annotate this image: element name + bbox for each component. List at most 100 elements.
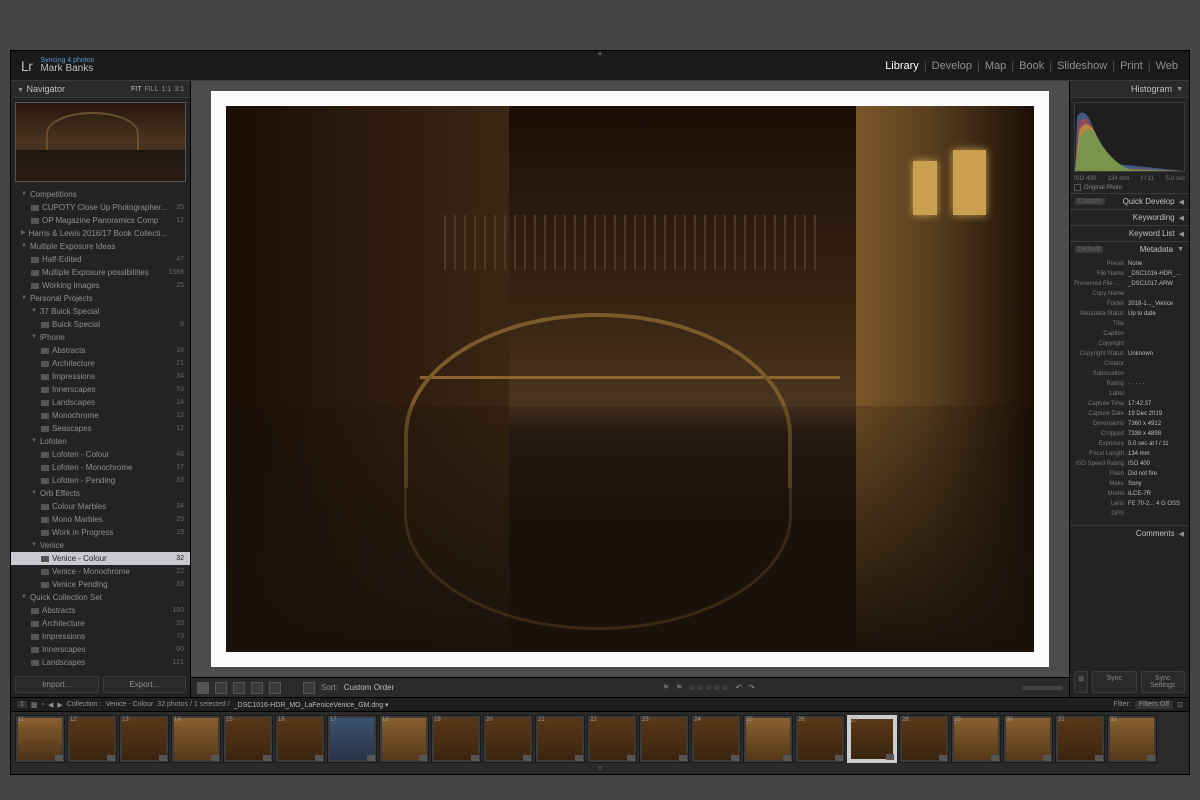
loupe-canvas[interactable] [191,81,1069,677]
disclosure-icon[interactable]: ▶ [21,228,26,239]
disclosure-icon[interactable]: ▼ [31,306,37,317]
metadata-preset-value[interactable]: None [1128,259,1185,269]
tree-row[interactable]: Seascapes12 [11,422,190,435]
tree-row[interactable]: ▼Competitions [11,188,190,201]
comments-header[interactable]: Comments ◀ [1070,526,1189,541]
tree-row[interactable]: Buick Special6 [11,318,190,331]
keywording-header[interactable]: Keywording ◀ [1070,210,1189,225]
rotate-cw-icon[interactable]: ↷ [748,683,755,692]
second-window-icon[interactable]: ▫ [42,701,44,708]
survey-view-icon[interactable] [251,682,263,694]
metadata-preset-selector[interactable]: Default [1075,246,1103,253]
disclosure-icon[interactable]: ▼ [21,293,27,304]
nav-mode-fit[interactable]: FIT [131,86,142,93]
thumbnail[interactable]: 26 [795,715,845,763]
tree-row[interactable]: Colour Marbles34 [11,500,190,513]
tree-row[interactable]: Architecture21 [11,357,190,370]
filter-lock-icon[interactable]: ⊡ [1177,701,1183,709]
tree-row[interactable]: Innerscapes60 [11,643,190,656]
tree-row[interactable]: ▼Quick Collection Set [11,591,190,604]
tree-row[interactable]: ▼Personal Projects [11,292,190,305]
painter-icon[interactable] [303,682,315,694]
disclosure-icon[interactable]: ▼ [31,540,37,551]
original-photo-toggle[interactable]: Original Photo [1070,182,1189,193]
nav-mode-fill[interactable]: FILL [145,86,159,93]
breadcrumb-file[interactable]: _DSC1016-HDR_MO_LaFeniceVenice_GM.dng ▾ [234,701,389,709]
thumbnail[interactable]: 20 [483,715,533,763]
module-book[interactable]: Book [1018,60,1045,72]
slider-icon[interactable] [1023,686,1063,690]
tree-row[interactable]: Innerscapes53 [11,383,190,396]
module-web[interactable]: Web [1155,60,1179,72]
tree-row[interactable]: ▼iPhone [11,331,190,344]
thumbnail[interactable]: 11 [15,715,65,763]
import-button[interactable]: Import... [15,676,99,693]
tree-row[interactable]: Landscapes121 [11,656,190,669]
people-view-icon[interactable] [269,682,281,694]
thumbnail[interactable]: 17 [327,715,377,763]
thumbnail[interactable]: 25 [743,715,793,763]
quick-develop-header[interactable]: Custom Quick Develop ◀ [1070,194,1189,209]
metadata-value[interactable] [1128,329,1185,339]
metadata-value[interactable]: ISO 400 [1128,459,1185,469]
flag-reject-icon[interactable]: ⚑ [675,683,682,692]
thumbnail[interactable]: 23 [639,715,689,763]
nav-mode-1:1[interactable]: 1:1 [162,86,172,93]
tree-row[interactable]: Landscapes14 [11,396,190,409]
thumbnail[interactable]: 19 [431,715,481,763]
thumbnail[interactable]: 16 [275,715,325,763]
tree-row[interactable]: Abstracts160 [11,604,190,617]
metadata-value[interactable]: Did not fire [1128,469,1185,479]
metadata-value[interactable] [1128,389,1185,399]
metadata-value[interactable] [1128,359,1185,369]
tree-row[interactable]: ▼Lofoten [11,435,190,448]
panel-toggle-bottom-icon[interactable] [11,766,1189,774]
rotate-ccw-icon[interactable]: ↶ [735,683,742,692]
breadcrumb-collection[interactable]: Venice - Colour [105,701,153,708]
metadata-value[interactable] [1128,509,1185,519]
thumbnail[interactable]: 22 [587,715,637,763]
histogram-header[interactable]: Histogram ▼ [1070,81,1189,98]
sort-value[interactable]: Custom Order [344,683,394,692]
metadata-value[interactable]: 17:42:37 [1128,399,1185,409]
back-icon[interactable]: ◀ [48,701,53,709]
thumbnail[interactable]: 32 [1107,715,1157,763]
tree-row[interactable]: Lofoten - Monochrome17 [11,461,190,474]
metadata-value[interactable]: 7360 x 4912 [1128,419,1185,429]
thumbnail[interactable]: 12 [67,715,117,763]
thumbnail[interactable]: 30 [1003,715,1053,763]
metadata-value[interactable]: 19 Dec 2019 [1128,409,1185,419]
module-print[interactable]: Print [1119,60,1144,72]
thumbnail[interactable]: 15 [223,715,273,763]
metadata-value[interactable] [1128,289,1185,299]
grid-view-icon[interactable] [197,682,209,694]
metadata-value[interactable] [1128,369,1185,379]
tree-row[interactable]: Venice - Monochrome22 [11,565,190,578]
tree-row[interactable]: Venice - Colour32 [11,552,190,565]
tree-row[interactable]: Work in Progress19 [11,526,190,539]
panel-toggle-top-icon[interactable]: ▲ [597,50,604,57]
thumbnail[interactable]: 31 [1055,715,1105,763]
metadata-value[interactable] [1128,339,1185,349]
navigator-preview[interactable] [15,102,186,182]
tree-row[interactable]: ▼Orb Effects [11,487,190,500]
tree-row[interactable]: ▼37 Buick Special [11,305,190,318]
thumbnail[interactable]: 13 [119,715,169,763]
loupe-view-icon[interactable] [215,682,227,694]
metadata-value[interactable]: 2018-1..._Venice [1128,299,1185,309]
metadata-value[interactable]: Up to date [1128,309,1185,319]
metadata-value[interactable] [1128,319,1185,329]
tree-row[interactable]: Impressions73 [11,630,190,643]
tree-row[interactable]: Lofoten - Colour48 [11,448,190,461]
module-library[interactable]: Library [884,60,920,72]
metadata-value[interactable]: Sony [1128,479,1185,489]
nav-mode-3:1[interactable]: 3:1 [174,86,184,93]
tree-row[interactable]: Monochrome12 [11,409,190,422]
metadata-value[interactable]: _DSC1016-HDR_MO_LaFeniceVenice_GM.dng [1128,269,1185,279]
tree-row[interactable]: ▼Multiple Exposure Ideas [11,240,190,253]
metadata-value[interactable]: FE 70-2... 4 G OSS [1128,499,1185,509]
disclosure-icon[interactable]: ▼ [31,436,37,447]
identity-plate[interactable]: Lr Syncing 4 photos Mark Banks [21,57,94,74]
tree-row[interactable]: ▶Harris & Lewis 2016/17 Book Collecti... [11,227,190,240]
metadata-value[interactable]: Unknown [1128,349,1185,359]
